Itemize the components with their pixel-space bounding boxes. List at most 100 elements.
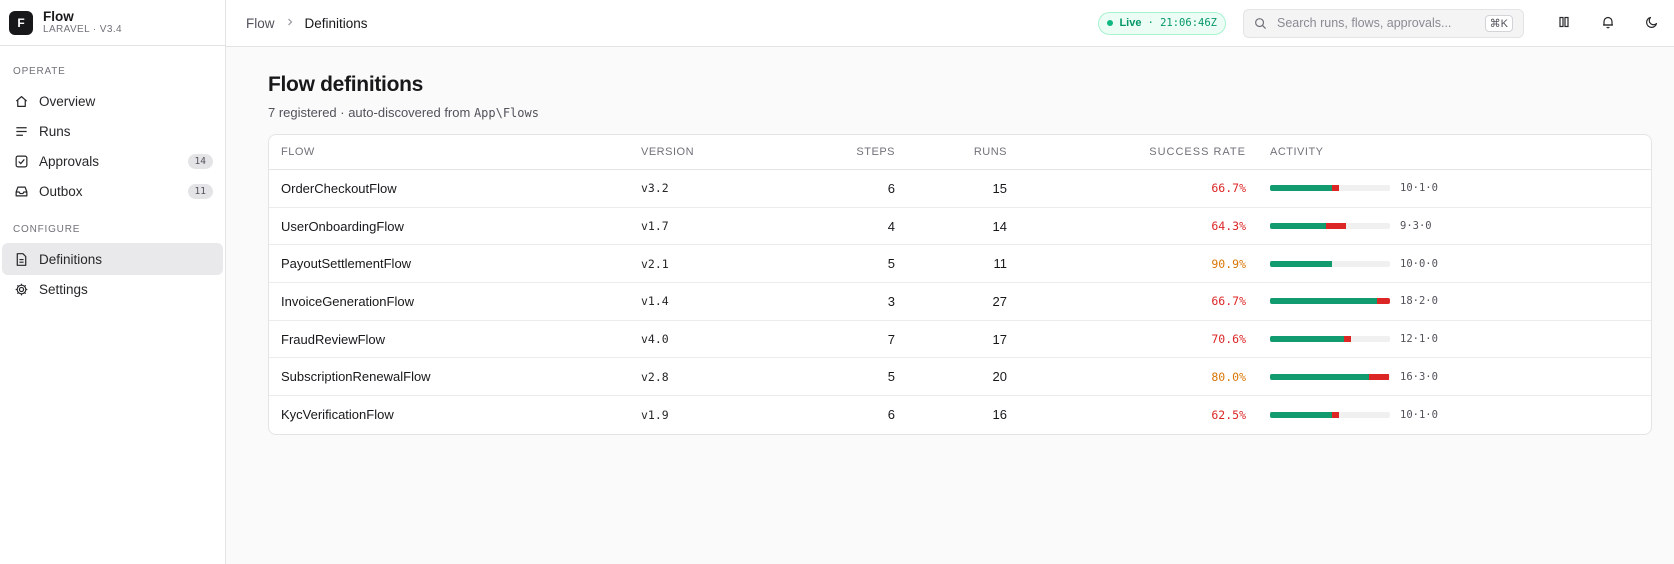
table-row[interactable]: OrderCheckoutFlow v3.2 6 15 66.7% 10·1·0 (269, 170, 1651, 208)
header-runs[interactable]: RUNS (895, 146, 1007, 158)
gear-icon (13, 281, 29, 297)
page-title: Flow definitions (268, 73, 424, 96)
flow-activity: 10·0·0 (1246, 258, 1651, 270)
table-row[interactable]: PayoutSettlementFlow v2.1 5 11 90.9% 10·0·0 (269, 245, 1651, 284)
brand-logo: F (9, 10, 33, 35)
activity-failure-segment (1332, 411, 1339, 418)
flow-name[interactable]: InvoiceGenerationFlow (269, 294, 641, 309)
activity-bar (1270, 185, 1390, 192)
table-row[interactable]: KycVerificationFlow v1.9 6 16 62.5% 10·1·0 (269, 396, 1651, 434)
sidebar-item-settings[interactable]: Settings (2, 273, 223, 305)
flow-success-rate: 66.7% (1211, 294, 1246, 309)
topbar: Flow Definitions Live · 21:06:46Z ⌘K (226, 0, 1674, 47)
sidebar-item-overview[interactable]: Overview (2, 85, 223, 117)
brand-version: LARAVEL · V3.4 (43, 24, 122, 35)
count-badge: 14 (187, 153, 213, 169)
activity-success-segment (1270, 373, 1369, 380)
flow-activity: 10·1·0 (1246, 182, 1651, 194)
nav-section: CONFIGURE Definitions Settings (0, 222, 225, 305)
flow-steps: 3 (887, 293, 895, 309)
flow-version: v1.4 (641, 294, 669, 309)
definitions-table: FLOW VERSION STEPS RUNS SUCCESS RATE ACT… (268, 134, 1652, 435)
breadcrumb-current: Definitions (304, 15, 368, 31)
flow-steps: 4 (887, 218, 895, 234)
sidebar-item-definitions[interactable]: Definitions (2, 243, 223, 275)
live-time: · 21:06:46Z (1147, 17, 1217, 29)
notifications-button[interactable] (1586, 0, 1630, 47)
activity-success-segment (1270, 298, 1378, 305)
flow-activity: 9·3·0 (1246, 220, 1651, 232)
flow-runs: 14 (992, 218, 1007, 234)
theme-toggle-button[interactable] (1630, 0, 1674, 47)
sidebar-item-label: Definitions (39, 251, 103, 267)
flow-name[interactable]: SubscriptionRenewalFlow (269, 369, 641, 384)
brand-name: Flow (43, 9, 74, 24)
flow-version: v1.7 (641, 219, 669, 234)
sidebar-item-label: Runs (39, 123, 71, 139)
activity-bar (1270, 411, 1390, 418)
flow-success-rate: 62.5% (1211, 407, 1246, 422)
sidebar-nav: OPERATE Overview Runs Approvals 14 Outbox 11 CO… (0, 64, 225, 305)
page-content: Flow definitions 7 registered · auto-dis… (226, 47, 1674, 435)
live-label: Live (1119, 17, 1142, 29)
table-body: OrderCheckoutFlow v3.2 6 15 66.7% 10·1·0 UserO… (269, 170, 1651, 434)
search-icon (1254, 17, 1267, 30)
breadcrumb-root-link[interactable]: Flow (246, 16, 275, 31)
table-row[interactable]: InvoiceGenerationFlow v1.4 3 27 66.7% 18·2·0 (269, 283, 1651, 321)
flow-success-rate: 70.6% (1211, 332, 1246, 347)
breadcrumb: Flow Definitions (246, 16, 1098, 31)
sidebar-item-label: Outbox (39, 183, 83, 199)
bell-icon (1601, 15, 1615, 32)
search-box[interactable]: ⌘K (1243, 8, 1524, 38)
activity-counts: 10·1·0 (1400, 182, 1438, 195)
flow-name[interactable]: FraudReviewFlow (269, 332, 641, 347)
flow-success-rate: 80.0% (1211, 369, 1246, 384)
flow-runs: 17 (992, 331, 1007, 347)
search-shortcut: ⌘K (1484, 14, 1513, 32)
sidebar-item-outbox[interactable]: Outbox 11 (2, 175, 223, 207)
activity-success-segment (1270, 260, 1332, 267)
activity-success-segment (1270, 336, 1344, 343)
activity-counts: 12·1·0 (1400, 333, 1438, 346)
flow-version: v4.0 (641, 332, 669, 347)
columns-toggle-button[interactable] (1542, 0, 1586, 47)
flow-name[interactable]: PayoutSettlementFlow (269, 256, 641, 271)
sidebar-item-label: Settings (39, 281, 88, 297)
activity-failure-segment (1326, 223, 1346, 230)
activity-success-segment (1270, 223, 1326, 230)
flow-success-rate: 64.3% (1211, 219, 1246, 234)
flow-name[interactable]: KycVerificationFlow (269, 407, 641, 422)
flow-name[interactable]: UserOnboardingFlow (269, 219, 641, 234)
activity-counts: 10·0·0 (1400, 257, 1438, 270)
activity-bar (1270, 298, 1390, 305)
header-success-rate[interactable]: SUCCESS RATE (1007, 146, 1246, 158)
sidebar-item-label: Approvals (39, 153, 100, 169)
flow-activity: 18·2·0 (1246, 295, 1651, 307)
table-row[interactable]: UserOnboardingFlow v1.7 4 14 64.3% 9·3·0 (269, 208, 1651, 246)
subtitle-namespace: App\Flows (473, 106, 539, 120)
table-row[interactable]: FraudReviewFlow v4.0 7 17 70.6% 12·1·0 (269, 321, 1651, 359)
flow-activity: 16·3·0 (1246, 371, 1651, 383)
flow-runs: 11 (993, 256, 1008, 272)
flow-runs: 20 (992, 369, 1007, 385)
activity-counts: 18·2·0 (1400, 295, 1438, 308)
header-version[interactable]: VERSION (641, 146, 781, 158)
sidebar-item-approvals[interactable]: Approvals 14 (2, 145, 223, 177)
live-status-badge: Live · 21:06:46Z (1098, 11, 1226, 35)
header-steps[interactable]: STEPS (781, 146, 895, 158)
search-input[interactable] (1277, 16, 1485, 30)
flow-activity: 12·1·0 (1246, 333, 1651, 345)
check-square-icon (13, 153, 29, 169)
moon-icon (1645, 15, 1659, 32)
count-badge: 11 (187, 183, 213, 199)
brand[interactable]: F Flow LARAVEL · V3.4 (0, 0, 225, 46)
flow-runs: 15 (992, 180, 1007, 196)
header-flow[interactable]: FLOW (269, 146, 641, 158)
header-activity: ACTIVITY (1270, 146, 1324, 158)
activity-bar (1270, 373, 1390, 380)
nav-section-heading: CONFIGURE (13, 223, 81, 235)
flow-steps: 6 (887, 407, 895, 423)
sidebar-item-runs[interactable]: Runs (2, 115, 223, 147)
flow-name[interactable]: OrderCheckoutFlow (269, 181, 641, 196)
table-row[interactable]: SubscriptionRenewalFlow v2.8 5 20 80.0% 16·3·… (269, 358, 1651, 397)
